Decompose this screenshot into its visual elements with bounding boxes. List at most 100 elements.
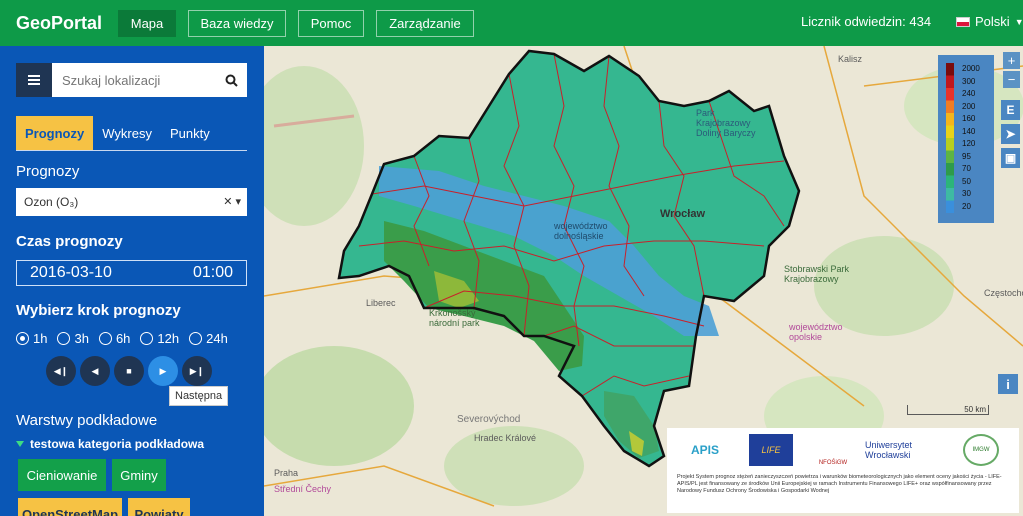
search-icon xyxy=(225,74,238,87)
export-e-icon: E xyxy=(1006,103,1015,117)
label-praha: Praha xyxy=(274,468,299,478)
time-label: Czas prognozy xyxy=(16,233,123,250)
legend-value: 240 xyxy=(962,89,976,99)
step-1h[interactable]: 1h xyxy=(16,331,47,346)
time-hour: 01:00 xyxy=(192,264,233,281)
radio[interactable] xyxy=(140,332,154,345)
label-dolnoslaskie: województwo dolnośląskie xyxy=(554,221,608,241)
partners-panel: APIS LIFE NFOŚiGW Uniwersytet Wrocławski… xyxy=(667,428,1019,513)
skip-forward-button[interactable]: ▶❙ xyxy=(182,356,212,386)
label-liberec: Liberec xyxy=(366,298,396,308)
info-icon: i xyxy=(1006,376,1010,392)
skip-back-icon: ◀❙ xyxy=(53,365,69,376)
language-selector[interactable]: Polski ▼ xyxy=(956,14,1023,29)
imgw-logo: IMGW xyxy=(963,434,999,466)
layer-gminy[interactable]: Gminy xyxy=(112,459,166,491)
nav-pomoc[interactable]: Pomoc xyxy=(298,9,364,37)
tab-punkty[interactable]: Punkty xyxy=(161,116,219,150)
tab-wykresy[interactable]: Wykresy xyxy=(93,116,161,150)
menu-button[interactable] xyxy=(16,63,52,97)
time-display[interactable]: 2016-03-10 01:00 xyxy=(16,260,247,286)
brand-logo[interactable]: GeoPortal xyxy=(16,13,118,34)
label-kalisz: Kalisz xyxy=(838,54,863,64)
label-woj-opolskie: województwo opolskie xyxy=(789,322,843,342)
legend-value: 20 xyxy=(962,201,971,211)
layer-powiaty[interactable]: Powiaty xyxy=(128,498,190,516)
stop-button[interactable]: ■ xyxy=(114,356,144,386)
prev-icon: ◀ xyxy=(91,365,99,376)
layer-category[interactable]: testowa kategoria podkładowa xyxy=(16,437,204,451)
step-6h[interactable]: 6h xyxy=(98,331,130,346)
geoportal-app: GeoPortal Mapa Baza wiedzy Pomoc Zarządz… xyxy=(0,0,1023,516)
radio[interactable] xyxy=(57,332,71,345)
zoom-in-button[interactable]: + xyxy=(1003,52,1020,69)
step-options: 1h 3h 6h 12h 24h xyxy=(16,331,228,346)
search-button[interactable] xyxy=(215,63,247,97)
legend-value: 300 xyxy=(962,76,976,86)
prev-button[interactable]: ◀ xyxy=(80,356,110,386)
tab-prognozy[interactable]: Prognozy xyxy=(16,116,94,150)
legend-value: 140 xyxy=(962,126,976,136)
sidebar-tabs: Prognozy Wykresy Punkty xyxy=(16,116,247,151)
uwr-logo: Uniwersytet Wrocławski xyxy=(865,440,913,460)
next-button[interactable]: ▶ xyxy=(148,356,178,386)
nav-mapa[interactable]: Mapa xyxy=(118,9,176,37)
export-button[interactable]: E xyxy=(1001,100,1020,120)
legend-value: 160 xyxy=(962,114,976,124)
nav-zarzadzanie[interactable]: Zarządzanie xyxy=(376,9,474,37)
top-navbar: GeoPortal Mapa Baza wiedzy Pomoc Zarządz… xyxy=(0,0,1023,46)
label-severovychod: Severovýchod xyxy=(457,414,521,425)
legend-value: 70 xyxy=(962,164,971,174)
clear-chevron-icon[interactable]: ✕ ▾ xyxy=(223,195,241,208)
nav-baza-wiedzy[interactable]: Baza wiedzy xyxy=(188,9,286,37)
label-stobrawski: Stobrawski Park Krajobrazowy xyxy=(784,264,850,284)
legend-value: 30 xyxy=(962,189,971,199)
layers-button[interactable]: ▣ xyxy=(1001,148,1020,168)
radio[interactable] xyxy=(98,332,112,345)
next-icon: ▶ xyxy=(159,365,167,376)
search-bar xyxy=(16,63,247,97)
legend-value: 50 xyxy=(962,176,971,186)
apis-logo: APIS xyxy=(690,443,719,457)
label-wroclaw: Wrocław xyxy=(660,208,706,220)
label-hradec: Hradec Králové xyxy=(474,433,537,443)
time-date: 2016-03-10 xyxy=(30,264,112,281)
skip-back-button[interactable]: ◀❙ xyxy=(46,356,76,386)
legend-value: 200 xyxy=(962,101,976,111)
skip-forward-icon: ▶❙ xyxy=(189,365,205,376)
scale-bar: 50 km xyxy=(907,405,989,415)
forecast-select[interactable]: Ozon (O₃) ✕ ▾ xyxy=(16,188,247,216)
search-input[interactable] xyxy=(52,63,215,97)
step-12h[interactable]: 12h xyxy=(140,331,179,346)
step-3h[interactable]: 3h xyxy=(57,331,89,346)
label-stredni-cechy: Střední Čechy xyxy=(274,484,332,494)
layer-openstreetmap[interactable]: OpenStreetMap xyxy=(18,498,122,516)
radio[interactable] xyxy=(189,332,203,345)
legend-color-bar xyxy=(946,63,954,213)
layer-category-label: testowa kategoria podkładowa xyxy=(30,437,205,451)
label-park-barycz: Park Krajobrazowy Doliny Baryczy xyxy=(696,108,756,138)
radio-selected[interactable] xyxy=(16,332,29,345)
step-24h[interactable]: 24h xyxy=(189,331,228,346)
step-label: Wybierz krok prognozy xyxy=(16,302,181,319)
next-tooltip: Następna xyxy=(169,386,229,406)
info-button[interactable]: i xyxy=(998,374,1018,394)
zoom-controls: + − xyxy=(1003,52,1020,88)
nfosigw-logo: NFOŚiGW xyxy=(818,460,848,466)
map-icon: ▣ xyxy=(1004,151,1017,165)
zoom-out-button[interactable]: − xyxy=(1003,71,1020,88)
locate-button[interactable]: ➤ xyxy=(1001,124,1020,144)
layer-cieniowanie[interactable]: Cieniowanie xyxy=(18,459,106,491)
playback-controls: ◀❙ ◀ ■ ▶ ▶❙ xyxy=(46,356,212,386)
hamburger-icon xyxy=(28,75,40,85)
location-arrow-icon: ➤ xyxy=(1005,127,1016,141)
forecast-label: Prognozy xyxy=(16,163,80,180)
legend-value: 120 xyxy=(962,139,976,149)
caret-down-icon xyxy=(16,441,24,447)
partners-text: Projekt System prognoz stężeń zanieczysz… xyxy=(677,474,1002,494)
language-label: Polski xyxy=(975,14,1010,29)
sidebar: Prognozy Wykresy Punkty Prognozy Ozon (O… xyxy=(0,46,264,516)
label-czestochowa: Częstochowa xyxy=(984,288,1023,298)
color-legend: 2000 300 240 200 160 140 120 95 70 50 30 20 xyxy=(938,55,994,223)
layers-label: Warstwy podkładowe xyxy=(16,412,158,429)
